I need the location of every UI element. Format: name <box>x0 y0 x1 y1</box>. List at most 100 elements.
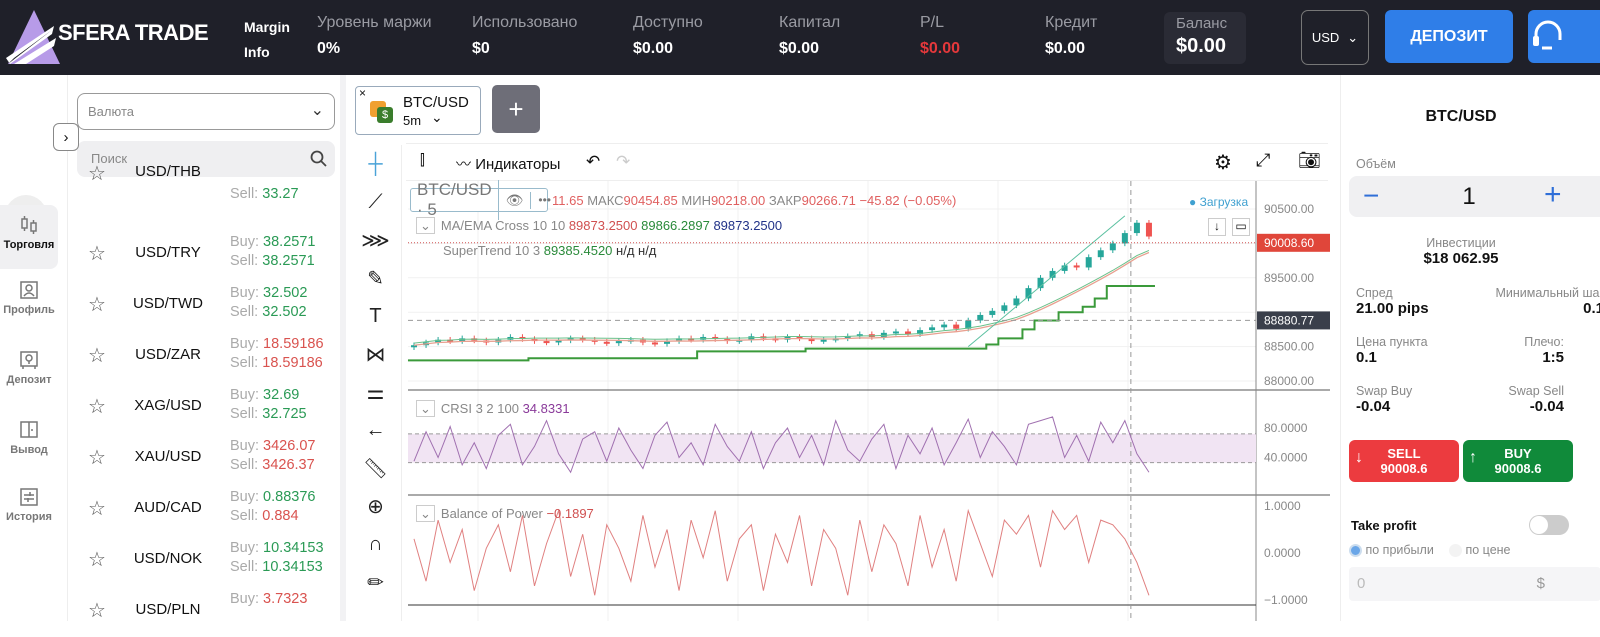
crsi-tick: 40.0000 <box>1264 451 1308 465</box>
sell-button[interactable]: ↓ SELL 90008.6 <box>1349 440 1459 482</box>
collapse-icon[interactable]: ⌄ <box>416 505 435 522</box>
instrument-name: XAU/USD <box>134 448 202 465</box>
ema-line <box>413 249 1150 344</box>
swapbuy-label: Swap Buy <box>1356 384 1413 398</box>
tp-mode-radio-price[interactable]: по цене <box>1449 543 1511 558</box>
instrument-name: USD/ZAR <box>135 346 201 363</box>
top-bar: SFERA TRADE Margin Info Уровень маржи 0% И… <box>0 0 1600 75</box>
instrument-prices: Buy: 32.502 Sell: 32.502 <box>230 285 308 320</box>
arrow-down-icon: ↓ <box>1355 449 1363 466</box>
leverage-value: 1:5 <box>1542 349 1564 366</box>
volume-label: Объём <box>1356 157 1396 171</box>
chevron-down-icon: ⌄ <box>310 102 324 119</box>
star-icon[interactable]: ☆ <box>88 161 106 186</box>
volume-stepper[interactable]: − 1 + <box>1349 176 1600 217</box>
order-symbol: BTC/USD <box>1425 108 1497 125</box>
stat-used: Использовано $0 <box>472 14 578 57</box>
tp-mode-radio-profit[interactable]: по прибыли <box>1349 543 1434 558</box>
list-item[interactable]: ☆ USD/ZAR Buy: 18.59186 Sell: 18.59186 <box>68 331 340 382</box>
order-panel: BTC/USD Объём − 1 + Инвестиции $18 062.95… <box>1340 75 1600 621</box>
headset-icon <box>1533 20 1562 50</box>
safe-icon <box>20 351 38 369</box>
list-item[interactable]: ☆ XAG/USD Buy: 32.69 Sell: 32.725 <box>68 382 340 433</box>
crosshair-price-label: 88880.77 <box>1264 313 1314 327</box>
instrument-list: Валюта ⌄ Поиск ☆ USD/THB Sell: 33.27 ☆ USD/TR… <box>68 75 346 622</box>
last-price-label: 90008.60 <box>1264 236 1314 250</box>
eye-icon[interactable]: 👁︎ <box>499 191 532 209</box>
star-icon[interactable]: ☆ <box>88 241 106 266</box>
candles-icon <box>21 216 37 234</box>
instrument-name: USD/TRY <box>135 244 201 261</box>
currency-filter-select[interactable]: Валюта ⌄ <box>77 93 335 130</box>
star-icon[interactable]: ☆ <box>88 343 106 368</box>
invest-label: Инвестиции <box>1426 236 1496 250</box>
expand-sidebar-button[interactable]: › <box>53 123 79 151</box>
nav-deposit[interactable]: Депозит <box>0 350 58 386</box>
radio-unchecked-icon <box>1449 544 1462 558</box>
scroll-down-icon[interactable]: ↓ <box>1208 218 1226 236</box>
instrument-prices: Buy: 3.7323 <box>230 591 308 607</box>
buy-button[interactable]: ↑ BUY 90008.6 <box>1463 440 1573 482</box>
instrument-name: USD/THB <box>135 163 201 180</box>
brand-name: SFERA TRADE <box>58 20 209 45</box>
plus-icon[interactable]: + <box>1544 178 1562 212</box>
candle <box>1097 250 1104 258</box>
star-icon[interactable]: ☆ <box>88 292 106 317</box>
list-item[interactable]: ☆ USD/TRY Buy: 38.2571 Sell: 38.2571 <box>68 229 340 280</box>
stat-pl: P/L $0.00 <box>920 14 961 57</box>
list-item[interactable]: ☆ USD/THB Sell: 33.27 <box>68 163 340 222</box>
invest-value: $18 062.95 <box>1423 250 1499 267</box>
search-icon <box>310 150 327 167</box>
list-item[interactable]: ☆ XAU/USD Buy: 3426.07 Sell: 3426.37 <box>68 433 340 484</box>
star-icon[interactable]: ☆ <box>88 394 106 419</box>
list-item[interactable]: ☆ AUD/CAD Buy: 0.88376 Sell: 0.884 <box>68 484 340 535</box>
instrument-prices: Buy: 18.59186 Sell: 18.59186 <box>230 336 324 371</box>
candle <box>820 339 827 342</box>
list-item[interactable]: ☆ USD/NOK Buy: 10.34153 Sell: 10.34153 <box>68 535 340 586</box>
collapse-icon[interactable]: ⌄ <box>416 217 435 234</box>
candle <box>1133 222 1140 234</box>
candle <box>941 324 948 328</box>
channel-line <box>967 215 1126 347</box>
candle <box>953 324 960 329</box>
nav-trading[interactable]: Торговля <box>0 205 58 269</box>
ma-legend: ⌄ MA/EMA Cross 10 10 89873.2500 89866.289… <box>416 217 782 234</box>
price-chart[interactable]: 90500.00 89500.00 88500.00 88000.00 90008.60… <box>346 75 1330 621</box>
swapsell-label: Swap Sell <box>1508 384 1564 398</box>
fit-icon[interactable]: ▭ <box>1232 218 1250 236</box>
candle <box>1001 305 1008 311</box>
bop-tick: −1.0000 <box>1264 593 1308 607</box>
star-icon[interactable]: ☆ <box>88 598 106 623</box>
loading-indicator: ● Загрузка <box>1189 195 1249 209</box>
stat-available: Доступно $0.00 <box>633 14 703 57</box>
list-item[interactable]: ☆ USD/TWD Buy: 32.502 Sell: 32.502 <box>68 280 340 331</box>
supertrend-line <box>407 285 1155 362</box>
balance: Баланс $0.00 <box>1164 12 1246 64</box>
star-icon[interactable]: ☆ <box>88 547 106 572</box>
side-nav: Ы А Торговля Профиль Депозит Вывод Истор… <box>0 75 68 621</box>
nav-profile[interactable]: Профиль <box>0 280 58 316</box>
stat-equity: Капитал $0.00 <box>779 14 841 57</box>
radio-checked-icon <box>1349 544 1362 558</box>
collapse-icon[interactable]: ⌄ <box>416 400 435 417</box>
chart-legend-symbol[interactable]: BTC/USD · 5 👁︎ ••• <box>410 180 551 220</box>
stat-margin-level: Уровень маржи 0% <box>317 14 432 57</box>
deposit-button[interactable]: ДЕПОЗИТ <box>1385 10 1513 63</box>
support-button[interactable] <box>1528 10 1600 63</box>
pointprice-value: 0.1 <box>1356 349 1377 366</box>
take-profit-input[interactable]: 0 $ <box>1349 567 1600 601</box>
star-icon[interactable]: ☆ <box>88 445 106 470</box>
nav-withdraw[interactable]: Вывод <box>0 420 58 456</box>
currency-select[interactable]: USD ⌄ <box>1301 10 1369 65</box>
bop-tick: 0.0000 <box>1264 546 1301 560</box>
instrument-prices: Buy: 38.2571 Sell: 38.2571 <box>230 234 316 269</box>
star-icon[interactable]: ☆ <box>88 496 106 521</box>
spread-value: 21.00 pips <box>1356 300 1429 317</box>
ma-line <box>413 251 1150 346</box>
list-item[interactable]: ☆ USD/PLN Buy: 3.7323 <box>68 586 340 637</box>
instrument-prices: Buy: 32.69 Sell: 32.725 <box>230 387 307 422</box>
profile-icon <box>20 281 38 299</box>
bop-tick: 1.0000 <box>1264 499 1301 513</box>
take-profit-toggle[interactable] <box>1529 515 1569 535</box>
nav-history[interactable]: История <box>0 487 58 523</box>
